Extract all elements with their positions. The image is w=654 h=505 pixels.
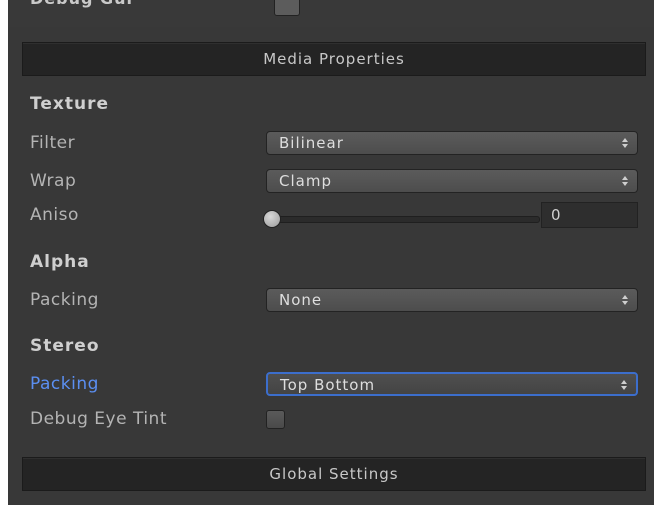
global-settings-label: Global Settings	[269, 465, 399, 483]
debug-gui-label: Debug Gui	[30, 0, 133, 8]
aniso-slider-thumb[interactable]	[263, 210, 281, 228]
media-properties-label: Media Properties	[263, 50, 405, 68]
alpha-packing-label: Packing	[30, 290, 99, 310]
alpha-packing-value: None	[279, 291, 323, 309]
stereo-packing-dropdown[interactable]: Top Bottom	[266, 372, 638, 396]
debug-eye-tint-checkbox[interactable]	[266, 410, 285, 429]
aniso-label: Aniso	[30, 205, 79, 225]
aniso-value-field[interactable]: 0	[541, 202, 638, 228]
filter-label: Filter	[30, 133, 76, 153]
inspector-panel: Debug Gui Media Properties Texture Filte…	[8, 0, 654, 505]
wrap-label: Wrap	[30, 171, 77, 191]
previous-section-remnant: Debug Gui	[8, 0, 654, 27]
debug-gui-toggle[interactable]	[274, 0, 300, 16]
alpha-packing-dropdown[interactable]: None	[266, 288, 638, 312]
global-settings-header[interactable]: Global Settings	[22, 457, 646, 491]
media-properties-header[interactable]: Media Properties	[22, 42, 646, 76]
dropdown-arrows-icon	[621, 380, 627, 390]
stereo-section-title: Stereo	[30, 336, 100, 356]
dropdown-arrows-icon	[622, 138, 628, 148]
texture-section-title: Texture	[30, 94, 109, 114]
wrap-value: Clamp	[279, 172, 332, 190]
dropdown-arrows-icon	[622, 176, 628, 186]
filter-dropdown[interactable]: Bilinear	[266, 131, 638, 155]
stereo-packing-value: Top Bottom	[280, 376, 376, 394]
stereo-packing-label: Packing	[30, 374, 99, 394]
aniso-slider-track[interactable]	[270, 216, 540, 223]
dropdown-arrows-icon	[622, 295, 628, 305]
aniso-value: 0	[551, 206, 561, 224]
wrap-dropdown[interactable]: Clamp	[266, 169, 638, 193]
debug-eye-tint-label: Debug Eye Tint	[30, 409, 167, 429]
alpha-section-title: Alpha	[30, 252, 90, 272]
filter-value: Bilinear	[279, 134, 344, 152]
